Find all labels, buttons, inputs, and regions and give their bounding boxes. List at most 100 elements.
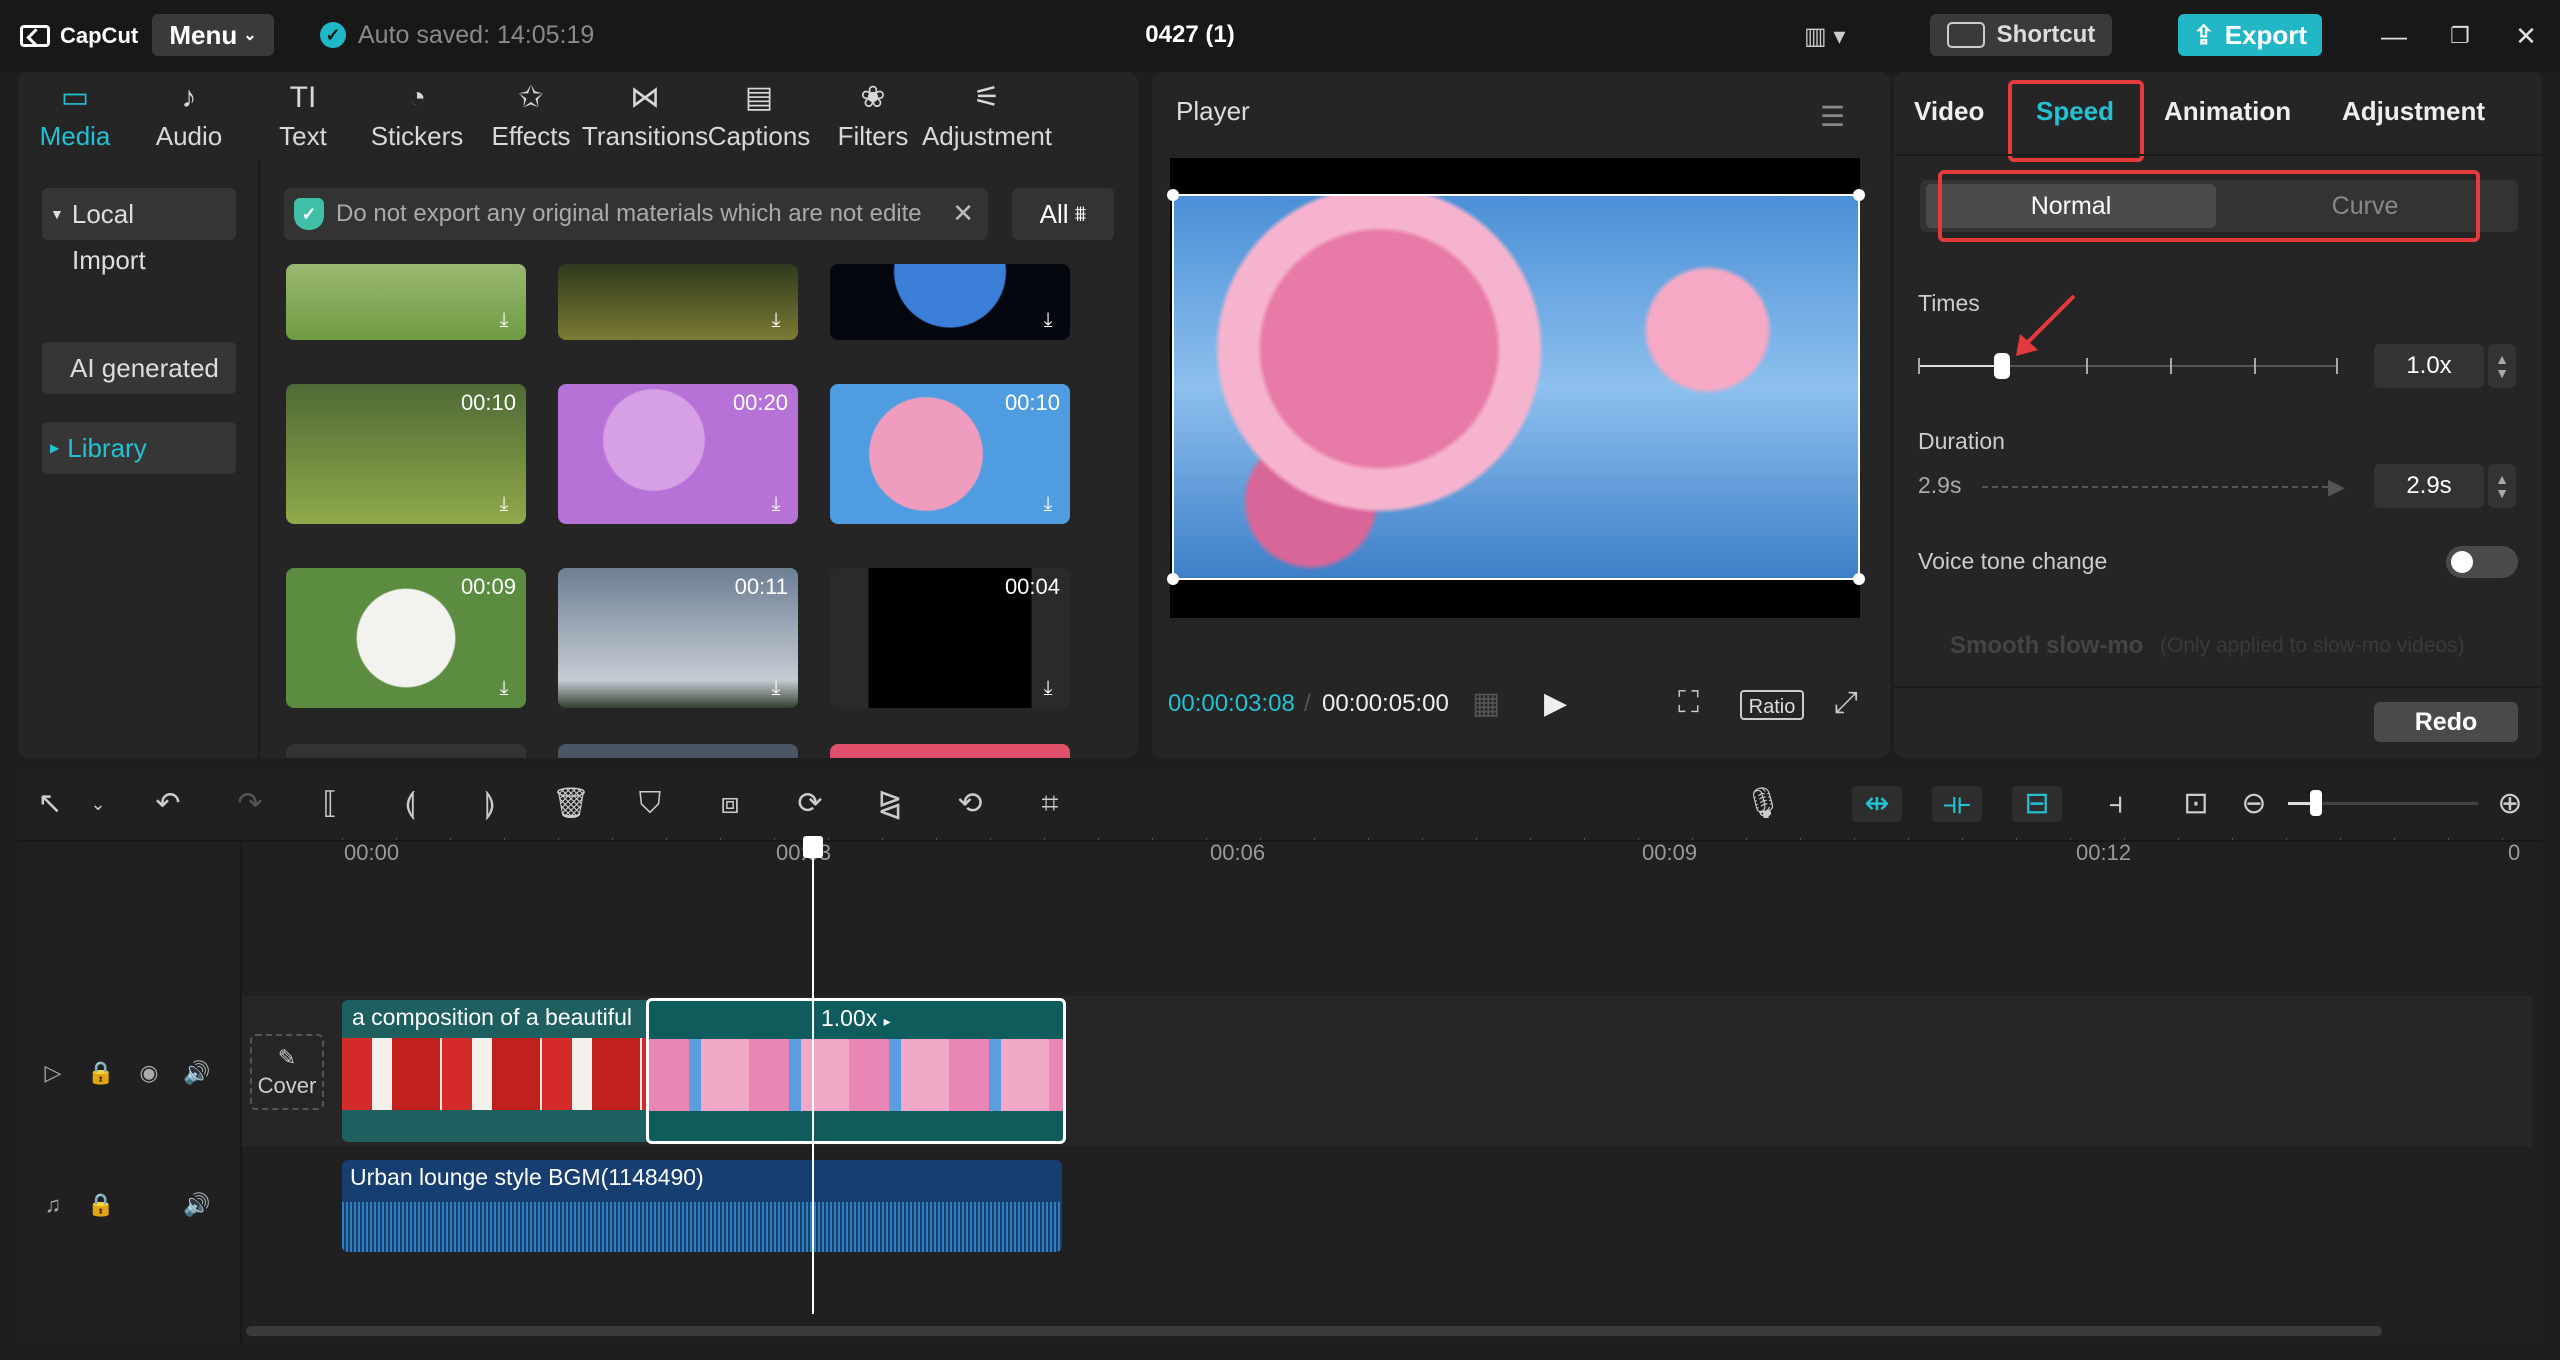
resize-handle[interactable] xyxy=(1167,189,1179,201)
layout-icon[interactable]: ▥ ▾ xyxy=(1804,22,1862,50)
minimize-icon[interactable]: — xyxy=(2374,18,2414,54)
main-track-magnet-icon[interactable]: ⇹ xyxy=(1852,786,1902,822)
video-preview[interactable] xyxy=(1167,189,1865,585)
times-stepper[interactable]: ▲ ▼ xyxy=(2488,344,2516,388)
media-thumbnail[interactable]: 00:04 ⤓ xyxy=(830,568,1070,708)
tab-video[interactable]: Video xyxy=(1914,96,1984,127)
zoom-in-icon[interactable]: ⊕ xyxy=(2492,786,2528,822)
eye-icon[interactable]: ◉ xyxy=(134,1058,164,1088)
tab-media[interactable]: ▭ Media xyxy=(18,72,132,160)
marker-icon[interactable]: ⛉ xyxy=(632,786,668,822)
export-button[interactable]: ⇪ Export xyxy=(2178,14,2322,56)
crop-icon[interactable]: ⌗ xyxy=(1032,786,1068,822)
zoom-fit-icon[interactable]: ⊡ xyxy=(2178,786,2214,822)
download-icon[interactable]: ⤓ xyxy=(492,308,516,332)
resize-handle[interactable] xyxy=(1167,573,1179,585)
duration-value-field[interactable]: 2.9s xyxy=(2374,464,2484,508)
speaker-icon[interactable]: 🔊 xyxy=(182,1058,212,1088)
times-slider-handle[interactable] xyxy=(1994,353,2010,379)
hamburger-menu-icon[interactable]: ☰ xyxy=(1820,100,1845,133)
playhead-handle[interactable] xyxy=(803,836,823,858)
download-icon[interactable]: ⤓ xyxy=(764,308,788,332)
download-icon[interactable]: ⤓ xyxy=(764,676,788,700)
play-icon[interactable]: ▶ xyxy=(1544,686,1567,721)
sidebar-item-import[interactable]: Import xyxy=(42,234,236,286)
filter-button[interactable]: All ⩩ xyxy=(1012,188,1114,240)
tab-transitions[interactable]: ⋈ Transitions xyxy=(582,72,708,160)
media-thumbnail[interactable]: 00:11 ⤓ xyxy=(558,568,798,708)
split-icon[interactable]: ⟦ xyxy=(312,786,348,822)
tab-speed[interactable]: Speed xyxy=(2036,96,2114,127)
media-thumbnail[interactable] xyxy=(286,744,526,758)
sidebar-item-ai-generated[interactable]: AI generated xyxy=(42,342,236,394)
voice-tone-toggle[interactable] xyxy=(2446,546,2518,578)
tab-stickers[interactable]: ◔ Stickers xyxy=(360,72,474,160)
project-title[interactable]: 0427 (1) xyxy=(1100,14,1280,56)
chevron-up-icon[interactable]: ▲ xyxy=(2495,352,2509,366)
cover-button[interactable]: ✎ Cover xyxy=(250,1034,324,1110)
redo-button[interactable]: Redo xyxy=(2374,702,2518,742)
download-icon[interactable]: ⤓ xyxy=(492,676,516,700)
split-right-icon[interactable]: ⟭ xyxy=(472,786,508,822)
tab-text[interactable]: TI Text xyxy=(246,72,360,160)
preview-axis-icon[interactable]: ⫞ xyxy=(2098,786,2134,822)
menu-button[interactable]: Menu ⌄ xyxy=(152,14,274,56)
undo-icon[interactable]: ↶ xyxy=(150,786,186,822)
fit-frame-icon[interactable]: ⛶ xyxy=(1678,686,1699,720)
media-thumbnail[interactable] xyxy=(558,744,798,758)
media-thumbnail[interactable]: ⤓ xyxy=(286,264,526,340)
lock-icon[interactable]: 🔒 xyxy=(86,1190,116,1220)
resize-handle[interactable] xyxy=(1853,189,1865,201)
auto-snap-icon[interactable]: ⟛ xyxy=(1932,786,1982,822)
media-thumbnail[interactable]: 00:20 ⤓ xyxy=(558,384,798,524)
media-thumbnail[interactable]: ⤓ xyxy=(558,264,798,340)
tab-audio[interactable]: ♪ Audio xyxy=(132,72,246,160)
resize-handle[interactable] xyxy=(1853,573,1865,585)
audio-clip[interactable]: Urban lounge style BGM(1148490) xyxy=(342,1160,1062,1252)
tab-filters[interactable]: ❀ Filters xyxy=(816,72,930,160)
microphone-icon[interactable]: 🎙 xyxy=(1744,786,1782,822)
ratio-button[interactable]: Ratio xyxy=(1740,690,1804,720)
reverse-icon[interactable]: ⟳ xyxy=(792,786,828,822)
times-value-field[interactable]: 1.0x xyxy=(2374,344,2484,388)
video-clip-selected[interactable]: 1.00x ▸ xyxy=(646,998,1066,1144)
grid-view-icon[interactable]: ▦ xyxy=(1472,686,1500,721)
chevron-up-icon[interactable]: ▲ xyxy=(2495,472,2509,486)
timeline-scrollbar[interactable] xyxy=(246,1326,2382,1336)
download-icon[interactable]: ⤓ xyxy=(1036,492,1060,516)
linkage-icon[interactable]: ⊟ xyxy=(2012,786,2062,822)
media-thumbnail[interactable] xyxy=(830,744,1070,758)
shortcut-button[interactable]: Shortcut xyxy=(1930,14,2112,56)
split-left-icon[interactable]: ⟬ xyxy=(392,786,428,822)
chevron-down-icon[interactable]: ▼ xyxy=(2495,486,2509,500)
media-thumbnail[interactable]: 00:10 ⤓ xyxy=(286,384,526,524)
tab-captions[interactable]: ▤ Captions xyxy=(702,72,816,160)
redo-icon[interactable]: ↷ xyxy=(232,786,268,822)
sidebar-item-library[interactable]: ▶ Library xyxy=(42,422,236,474)
times-slider[interactable] xyxy=(1918,358,2338,374)
freeze-frame-icon[interactable]: ⧈ xyxy=(712,786,748,822)
lock-icon[interactable]: 🔒 xyxy=(86,1058,116,1088)
video-clip[interactable]: a composition of a beautiful xyxy=(342,1000,648,1142)
download-icon[interactable]: ⤓ xyxy=(492,492,516,516)
tab-adjustment[interactable]: ⚟ Adjustment xyxy=(922,72,1052,160)
playhead[interactable] xyxy=(812,838,814,1314)
tab-effects[interactable]: ✩ Effects xyxy=(474,72,588,160)
restore-icon[interactable]: ❐ xyxy=(2440,18,2480,54)
zoom-slider-handle[interactable] xyxy=(2310,790,2322,816)
sidebar-item-local[interactable]: ▼ Local xyxy=(42,188,236,240)
speaker-icon[interactable]: 🔊 xyxy=(182,1190,212,1220)
tab-animation[interactable]: Animation xyxy=(2164,96,2291,127)
delete-icon[interactable]: 🗑 xyxy=(552,786,590,822)
mirror-icon[interactable]: ⧎ xyxy=(872,786,908,822)
close-icon[interactable]: ✕ xyxy=(2506,18,2546,54)
chevron-down-icon[interactable]: ▼ xyxy=(2495,366,2509,380)
duration-stepper[interactable]: ▲ ▼ xyxy=(2488,464,2516,508)
fullscreen-icon[interactable]: ⤢ xyxy=(1834,686,1858,720)
download-icon[interactable]: ⤓ xyxy=(1036,676,1060,700)
zoom-out-icon[interactable]: ⊖ xyxy=(2236,786,2272,822)
close-notice-icon[interactable]: ✕ xyxy=(952,198,974,229)
download-icon[interactable]: ⤓ xyxy=(764,492,788,516)
media-thumbnail[interactable]: ⤓ xyxy=(830,264,1070,340)
tab-adjustment[interactable]: Adjustment xyxy=(2342,96,2485,127)
